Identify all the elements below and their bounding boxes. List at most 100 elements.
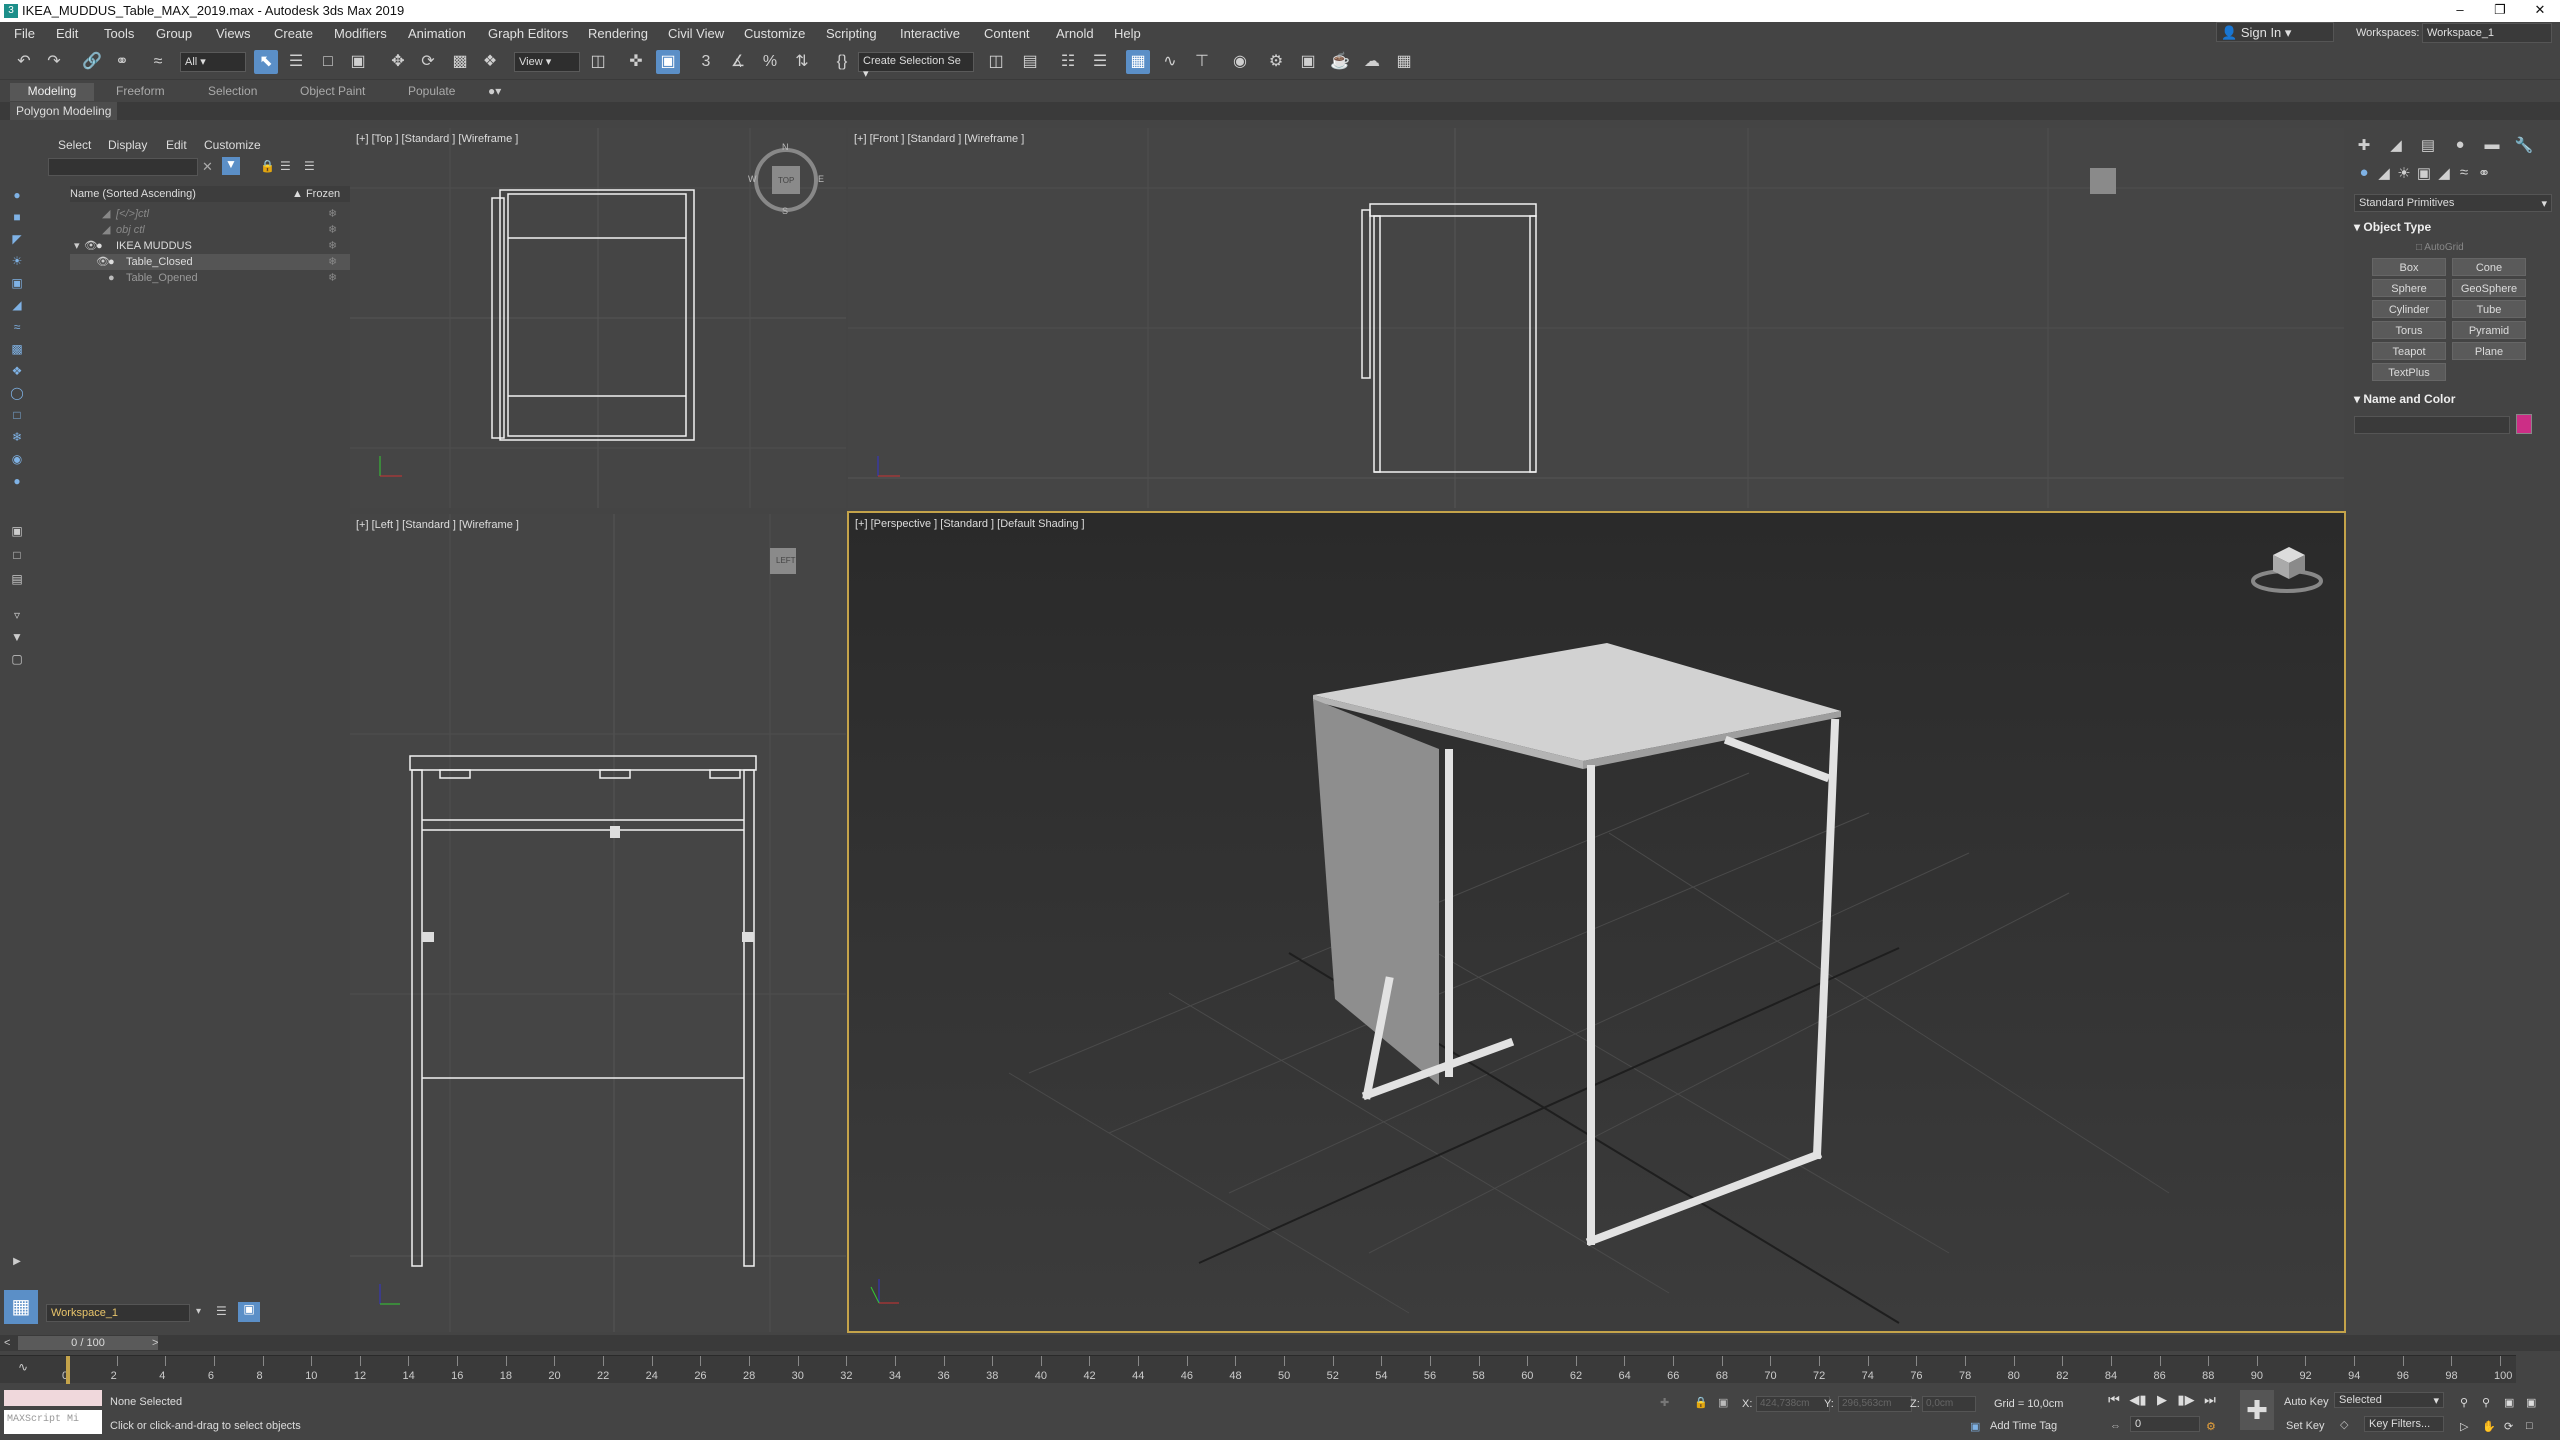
display-dependents-icon[interactable]: ▤ [8, 572, 26, 588]
menu-civil-view[interactable]: Civil View [668, 26, 724, 41]
geosphere-button[interactable]: GeoSphere [2452, 279, 2526, 297]
tab-object-paint[interactable]: Object Paint [292, 83, 373, 101]
viewport-top[interactable]: [+] [Top ] [Standard ] [Wireframe ] N S … [350, 128, 846, 508]
keyboard-shortcut-override-icon[interactable]: ▣ [656, 50, 680, 74]
absolute-mode-icon[interactable]: ▣ [1718, 1396, 1728, 1409]
workspace-dropdown[interactable]: Workspace_1 [2422, 23, 2552, 43]
time-configuration-icon[interactable]: ⚙ [2206, 1420, 2216, 1433]
frozen-icon[interactable]: ❄ [328, 270, 337, 286]
motion-tab-icon[interactable]: ● [2450, 136, 2470, 156]
a360-gallery-icon[interactable]: ▦ [1392, 50, 1416, 74]
viewport-layout-icon[interactable]: ▦ [4, 1290, 38, 1324]
display-space-warps-icon[interactable]: ≈ [8, 320, 26, 336]
lights-icon[interactable]: ☀ [2394, 164, 2414, 184]
menu-content[interactable]: Content [984, 26, 1030, 41]
rendered-frame-window-icon[interactable]: ▣ [1296, 50, 1320, 74]
key-mode-dropdown[interactable]: Selected ▾ [2334, 1392, 2444, 1408]
select-by-name-icon[interactable]: ☰ [284, 50, 308, 74]
current-frame-field[interactable]: 0 [2130, 1416, 2200, 1432]
viewport-label[interactable]: [+] [Top ] [Standard ] [Wireframe ] [356, 133, 518, 145]
display-children-icon[interactable]: ▣ [8, 524, 26, 540]
frozen-icon[interactable]: ❄ [328, 222, 337, 238]
space-warps-icon[interactable]: ≈ [2454, 164, 2474, 184]
find-icon[interactable]: ▢ [8, 652, 26, 668]
tree-row[interactable]: ▾ 👁 ● IKEA MUDDUS ❄ [70, 238, 350, 254]
key-mode-icon[interactable]: ⇔ [2110, 1420, 2121, 1432]
named-selection-set-dropdown[interactable]: Create Selection Se ▾ [858, 52, 974, 80]
viewcube[interactable] [2090, 168, 2116, 194]
display-geometry-icon[interactable]: ■ [8, 210, 26, 226]
hierarchy-icon[interactable]: ☰ [280, 159, 291, 173]
mirror-icon[interactable]: ◫ [984, 50, 1008, 74]
menu-modifiers[interactable]: Modifiers [334, 26, 387, 41]
time-slider-track[interactable] [0, 1335, 2560, 1351]
frozen-icon[interactable]: ❄ [328, 206, 337, 222]
workspace-dropdown-arrow[interactable]: ▾ [196, 1306, 201, 1317]
display-shapes-icon[interactable]: ◤ [8, 232, 26, 248]
viewport-left[interactable]: [+] [Left ] [Standard ] [Wireframe ] LEF… [350, 514, 846, 1332]
reference-coordinate-dropdown[interactable]: View ▾ [514, 52, 580, 72]
name-column-header[interactable]: Name (Sorted Ascending) [70, 188, 196, 200]
box-button[interactable]: Box [2372, 258, 2446, 276]
display-helpers-icon[interactable]: ◢ [8, 298, 26, 314]
torus-button[interactable]: Torus [2372, 321, 2446, 339]
key-lock-icon[interactable]: ◇ [2340, 1418, 2348, 1431]
hierarchy-tab-icon[interactable]: ▤ [2418, 136, 2438, 156]
set-key-big-icon[interactable]: ✚ [2240, 1390, 2274, 1430]
curve-editor-icon[interactable]: ∿ [1158, 50, 1182, 74]
shapes-icon[interactable]: ◢ [2374, 164, 2394, 184]
display-hidden-icon[interactable]: ◉ [8, 452, 26, 468]
autogrid-checkbox[interactable]: □ AutoGrid [2416, 242, 2464, 253]
teapot-button[interactable]: Teapot [2372, 342, 2446, 360]
time-prev-icon[interactable]: < [4, 1337, 10, 1349]
unlink-icon[interactable]: ⚭ [110, 50, 134, 74]
render-setup-icon[interactable]: ⚙ [1264, 50, 1288, 74]
display-groups-icon[interactable]: ▩ [8, 342, 26, 358]
cameras-icon[interactable]: ▣ [2414, 164, 2434, 184]
select-manipulate-icon[interactable]: ✜ [624, 50, 648, 74]
sign-in-button[interactable]: 👤 Sign In ▾ [2216, 22, 2334, 42]
tree-row[interactable]: ● Table_Opened ❄ [70, 270, 350, 286]
viewport-label[interactable]: [+] [Perspective ] [Standard ] [Default … [855, 518, 1085, 530]
tab-populate[interactable]: Populate [400, 83, 463, 101]
modify-tab-icon[interactable]: ◢ [2386, 136, 2406, 156]
menu-file[interactable]: File [14, 26, 35, 41]
go-to-end-icon[interactable]: ⏭ [2200, 1392, 2220, 1412]
geometry-icon[interactable]: ● [2354, 164, 2374, 184]
object-category-dropdown[interactable]: Standard Primitives ▾ [2354, 194, 2552, 212]
redo-icon[interactable]: ↷ [42, 50, 66, 74]
toggle-ribbon-icon[interactable]: ▦ [1126, 50, 1150, 74]
scene-explorer-toggle-icon[interactable]: ▣ [238, 1302, 260, 1322]
tab-selection[interactable]: Selection [200, 83, 265, 101]
menu-arnold[interactable]: Arnold [1056, 26, 1094, 41]
tree-row[interactable]: 👁 ● Table_Closed ❄ [70, 254, 350, 270]
create-tab-icon[interactable]: ✚ [2354, 136, 2374, 156]
y-coordinate-field[interactable]: 296,563cm [1838, 1396, 1912, 1412]
tab-modeling[interactable]: Modeling [10, 83, 94, 101]
link-icon[interactable]: 🔗 [80, 50, 104, 74]
display-frozen-icon[interactable]: ❄ [8, 430, 26, 446]
schematic-view-icon[interactable]: ⊤ [1190, 50, 1214, 74]
display-none-icon[interactable]: ● [8, 188, 26, 204]
time-slider[interactable]: 0 / 100 [18, 1336, 158, 1350]
orbit-icon[interactable]: ⟳ [2504, 1420, 2513, 1433]
z-coordinate-field[interactable]: 0,0cm [1922, 1396, 1976, 1412]
select-object-icon[interactable]: ⬉ [254, 50, 278, 74]
menu-animation[interactable]: Animation [408, 26, 466, 41]
auto-key-button[interactable]: Auto Key [2284, 1396, 2329, 1408]
snaps-toggle-icon[interactable]: 3 [694, 50, 718, 74]
minimize-button[interactable]: – [2440, 0, 2480, 22]
menu-scripting[interactable]: Scripting [826, 26, 877, 41]
scene-menu-display[interactable]: Display [108, 138, 147, 152]
menu-group[interactable]: Group [156, 26, 192, 41]
align-icon[interactable]: ▤ [1018, 50, 1042, 74]
zoom-extents-all-icon[interactable]: ▣ [2526, 1396, 2536, 1409]
lock-icon[interactable]: 🔒 [260, 159, 275, 173]
viewport-label[interactable]: [+] [Left ] [Standard ] [Wireframe ] [356, 519, 519, 531]
pan-icon[interactable]: ✋ [2482, 1420, 2496, 1433]
object-type-rollout[interactable]: ▾ Object Type [2354, 220, 2431, 234]
textplus-button[interactable]: TextPlus [2372, 363, 2446, 381]
filter-icon[interactable]: ▼ [8, 630, 26, 646]
maxscript-listener-bar[interactable] [4, 1390, 102, 1406]
display-lights-icon[interactable]: ☀ [8, 254, 26, 270]
